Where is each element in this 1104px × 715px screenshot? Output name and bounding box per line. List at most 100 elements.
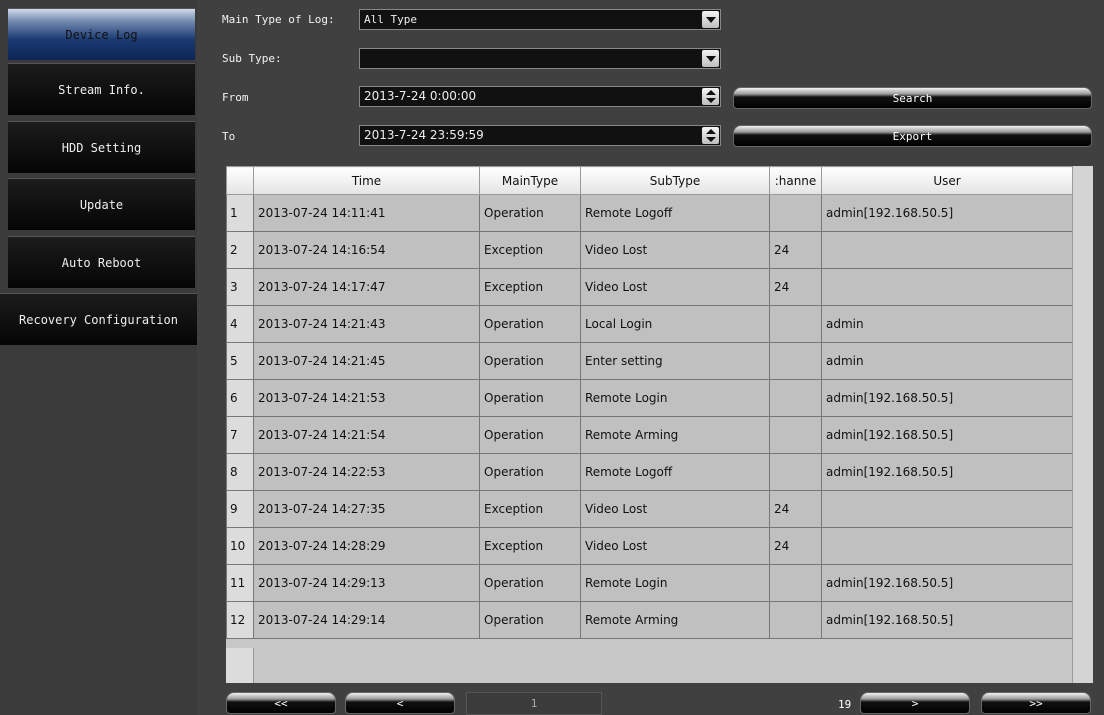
next-page-button[interactable]: > — [860, 692, 970, 714]
previous-page-button[interactable]: < — [345, 692, 455, 714]
column-header-user[interactable]: User — [821, 166, 1073, 195]
sidebar-item-auto-reboot[interactable]: Auto Reboot — [8, 236, 195, 288]
cell-subtype: Enter setting — [580, 342, 770, 380]
main-type-label: Main Type of Log: — [222, 13, 335, 26]
sidebar-item-recovery-configuration[interactable]: Recovery Configuration — [0, 293, 197, 345]
cell-user: admin[192.168.50.5] — [821, 564, 1073, 602]
last-page-label: >> — [1029, 696, 1043, 710]
cell-maintype: Operation — [479, 305, 581, 343]
sidebar-item-hdd-setting[interactable]: HDD Setting — [8, 121, 195, 173]
table-row[interactable]: 12 2013-07-24 14:29:14 Operation Remote Arm… — [226, 601, 1073, 639]
to-label: To — [222, 130, 236, 143]
sidebar-item-label: Recovery Configuration — [19, 312, 178, 327]
page-number-field[interactable]: 1 — [466, 692, 602, 715]
table-row[interactable]: 7 2013-07-24 14:21:54 Operation Remote Armi… — [226, 416, 1073, 454]
log-table: Time MainType SubType :hanne User 1 2013-… — [226, 166, 1093, 683]
table-row[interactable]: 9 2013-07-24 14:27:35 Exception Video Lost 2… — [226, 490, 1073, 528]
sub-type-label: Sub Type: — [222, 52, 282, 65]
cell-user — [821, 268, 1073, 306]
cell-subtype: Remote Logoff — [580, 194, 770, 232]
cell-maintype: Exception — [479, 490, 581, 528]
export-button[interactable]: Export — [733, 125, 1092, 147]
column-header-time[interactable]: Time — [253, 166, 480, 195]
cell-maintype: Exception — [479, 231, 581, 269]
cell-user: admin — [821, 305, 1073, 343]
table-row[interactable]: 2 2013-07-24 14:16:54 Exception Video Lost 2… — [226, 231, 1073, 269]
row-number-header — [226, 166, 254, 195]
cell-time: 2013-07-24 14:29:14 — [253, 601, 480, 639]
row-number: 12 — [226, 601, 254, 639]
row-number: 11 — [226, 564, 254, 602]
chevron-down-icon[interactable] — [702, 50, 719, 67]
cell-subtype: Remote Arming — [580, 601, 770, 639]
sidebar-item-update[interactable]: Update — [8, 178, 195, 230]
cell-channel — [769, 416, 822, 454]
cell-time: 2013-07-24 14:16:54 — [253, 231, 480, 269]
cell-maintype: Operation — [479, 416, 581, 454]
row-number: 5 — [226, 342, 254, 380]
row-number: 2 — [226, 231, 254, 269]
table-row[interactable]: 8 2013-07-24 14:22:53 Operation Remote Logo… — [226, 453, 1073, 491]
sub-type-select[interactable] — [359, 48, 721, 69]
column-header-subtype[interactable]: SubType — [580, 166, 770, 195]
cell-time: 2013-07-24 14:11:41 — [253, 194, 480, 232]
cell-time: 2013-07-24 14:17:47 — [253, 268, 480, 306]
first-page-button[interactable]: << — [226, 692, 336, 714]
cell-maintype: Operation — [479, 564, 581, 602]
cell-channel — [769, 601, 822, 639]
cell-user: admin[192.168.50.5] — [821, 453, 1073, 491]
cell-user — [821, 490, 1073, 528]
spinner-icon[interactable] — [702, 88, 719, 105]
cell-subtype: Video Lost — [580, 490, 770, 528]
table-row[interactable]: 3 2013-07-24 14:17:47 Exception Video Lost 2… — [226, 268, 1073, 306]
cell-maintype: Operation — [479, 379, 581, 417]
main-type-select[interactable]: All Type — [359, 9, 721, 30]
cell-user: admin[192.168.50.5] — [821, 194, 1073, 232]
cell-subtype: Remote Login — [580, 564, 770, 602]
cell-maintype: Exception — [479, 527, 581, 565]
table-row[interactable]: 4 2013-07-24 14:21:43 Operation Local Login… — [226, 305, 1073, 343]
row-number: 10 — [226, 527, 254, 565]
table-row[interactable]: 6 2013-07-24 14:21:53 Operation Remote Logi… — [226, 379, 1073, 417]
from-datetime-field[interactable]: 2013-7-24 0:00:00 — [359, 86, 721, 107]
row-number: 7 — [226, 416, 254, 454]
last-page-button[interactable]: >> — [981, 692, 1091, 714]
cell-channel: 24 — [769, 527, 822, 565]
cell-subtype: Remote Login — [580, 379, 770, 417]
vertical-scrollbar[interactable] — [1072, 166, 1093, 683]
row-number: 1 — [226, 194, 254, 232]
export-button-label: Export — [892, 129, 933, 143]
cell-user — [821, 527, 1073, 565]
previous-page-label: < — [396, 696, 404, 710]
cell-time: 2013-07-24 14:21:43 — [253, 305, 480, 343]
from-datetime-value: 2013-7-24 0:00:00 — [364, 89, 477, 103]
cell-time: 2013-07-24 14:28:29 — [253, 527, 480, 565]
spinner-icon[interactable] — [702, 127, 719, 144]
table-row[interactable]: 10 2013-07-24 14:28:29 Exception Video Lost… — [226, 527, 1073, 565]
cell-time: 2013-07-24 14:21:45 — [253, 342, 480, 380]
search-button[interactable]: Search — [733, 87, 1092, 109]
sidebar-item-label: HDD Setting — [61, 140, 142, 155]
sidebar-item-stream-info[interactable]: Stream Info. — [8, 63, 195, 115]
cell-channel — [769, 305, 822, 343]
table-row[interactable]: 11 2013-07-24 14:29:13 Operation Remote Log… — [226, 564, 1073, 602]
column-header-maintype[interactable]: MainType — [479, 166, 581, 195]
cell-time: 2013-07-24 14:27:35 — [253, 490, 480, 528]
cell-user — [821, 231, 1073, 269]
to-datetime-field[interactable]: 2013-7-24 23:59:59 — [359, 125, 721, 146]
column-header-channel[interactable]: :hanne — [769, 166, 822, 195]
cell-channel — [769, 453, 822, 491]
table-row[interactable]: 1 2013-07-24 14:11:41 Operation Remote Logo… — [226, 194, 1073, 232]
cell-user: admin[192.168.50.5] — [821, 416, 1073, 454]
cell-channel: 24 — [769, 490, 822, 528]
row-number: 3 — [226, 268, 254, 306]
table-row[interactable]: 5 2013-07-24 14:21:45 Operation Enter setti… — [226, 342, 1073, 380]
cell-channel — [769, 342, 822, 380]
from-label: From — [222, 91, 249, 104]
to-datetime-value: 2013-7-24 23:59:59 — [364, 128, 484, 142]
chevron-down-icon[interactable] — [702, 11, 719, 28]
main-type-value: All Type — [364, 13, 417, 26]
cell-subtype: Remote Logoff — [580, 453, 770, 491]
sidebar-item-device-log[interactable]: Device Log — [8, 8, 195, 60]
cell-channel: 24 — [769, 268, 822, 306]
